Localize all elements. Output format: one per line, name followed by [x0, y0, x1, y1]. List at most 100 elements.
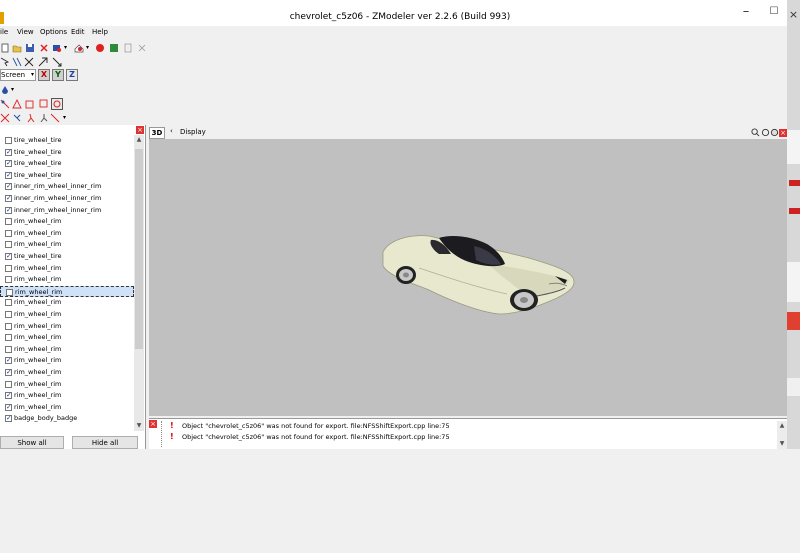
visibility-checkbox[interactable]: ✓ [5, 148, 12, 156]
object-list-item[interactable]: rim_wheel_rim [0, 216, 134, 227]
pointer-icon[interactable] [0, 57, 10, 67]
hide-all-button[interactable]: Hide all [72, 436, 138, 449]
log-scrollbar[interactable]: ▲ ▼ [777, 421, 787, 449]
object-list-item[interactable]: ✓ inner_rim_wheel_inner_rim [0, 181, 134, 192]
object-list-item[interactable]: ✓ inner_rim_wheel_inner_rim [0, 193, 134, 204]
scale-icon[interactable] [52, 57, 62, 67]
car-model[interactable] [379, 224, 579, 324]
log-close-icon[interactable]: × [149, 420, 157, 428]
rotate-icon[interactable] [38, 57, 48, 67]
visibility-checkbox[interactable] [5, 322, 12, 330]
object-list-item[interactable]: ✓ tire_wheel_tire [0, 158, 134, 169]
axis-y-button[interactable]: Y [52, 69, 64, 81]
menu-edit[interactable]: Edit [71, 28, 85, 36]
visibility-checkbox[interactable] [5, 276, 12, 284]
object-list-item[interactable]: ✓ inner_rim_wheel_inner_rim [0, 205, 134, 216]
pan-view-icon[interactable] [770, 128, 779, 137]
new-file-icon[interactable] [0, 43, 10, 53]
dropdown-arrow-icon[interactable]: ▾ [11, 86, 21, 96]
object-list-item[interactable]: ✓ badge_body_badge [0, 413, 134, 424]
visibility-checkbox[interactable] [5, 264, 12, 272]
scroll-down-icon[interactable]: ▼ [134, 421, 144, 431]
visibility-checkbox[interactable] [5, 299, 12, 307]
visibility-checkbox[interactable]: ✓ [5, 160, 12, 168]
visibility-checkbox[interactable]: ✓ [5, 183, 12, 191]
object-list-item[interactable]: rim_wheel_rim [0, 239, 134, 250]
visibility-checkbox[interactable] [5, 137, 12, 144]
open-folder-icon[interactable] [12, 43, 22, 53]
menu-help[interactable]: Help [92, 28, 108, 36]
display-label[interactable]: Display [180, 128, 206, 136]
visibility-checkbox[interactable] [6, 288, 13, 296]
dropdown-arrow-icon[interactable]: ▾ [64, 44, 74, 54]
visibility-checkbox[interactable]: ✓ [5, 253, 12, 260]
scrollbar-thumb[interactable] [135, 149, 143, 349]
object-list-item[interactable]: ✓ rim_wheel_rim [0, 402, 134, 413]
tool-run-icon[interactable] [39, 113, 49, 123]
viewport-close-icon[interactable]: × [779, 129, 787, 137]
object-list-item[interactable]: ✓ rim_wheel_rim [0, 367, 134, 378]
paste-icon[interactable] [137, 43, 147, 53]
object-list-item[interactable]: rim_wheel_rim [0, 344, 134, 355]
move-icon[interactable] [24, 57, 34, 67]
visibility-checkbox[interactable] [5, 218, 12, 226]
object-list-item[interactable]: rim_wheel_rim [0, 285, 134, 297]
close-icon[interactable]: × [787, 8, 800, 22]
rotate-view-icon[interactable] [761, 128, 770, 137]
object-list-item[interactable]: rim_wheel_rim [0, 309, 134, 320]
zoom-icon[interactable] [751, 128, 760, 137]
scroll-up-icon[interactable]: ▲ [134, 135, 144, 145]
group-icon[interactable] [51, 98, 63, 110]
visibility-checkbox[interactable] [5, 380, 12, 388]
visibility-checkbox[interactable] [5, 311, 12, 318]
visibility-checkbox[interactable]: ✓ [5, 403, 12, 411]
axis-z-button[interactable]: Z [66, 69, 78, 81]
materials-icon[interactable] [109, 43, 119, 53]
object-list-item[interactable]: ✓ tire_wheel_tire [0, 147, 134, 158]
render-icon[interactable] [74, 43, 84, 53]
object-list-item[interactable]: rim_wheel_rim [0, 228, 134, 239]
object-list-item[interactable]: ✓ rim_wheel_rim [0, 355, 134, 366]
object-list-item[interactable]: ✓ rim_wheel_rim [0, 390, 134, 401]
scroll-down-icon[interactable]: ▼ [777, 439, 787, 449]
box-icon[interactable] [25, 99, 35, 109]
object-list-item[interactable]: rim_wheel_rim [0, 332, 134, 343]
object-list-item[interactable]: tire_wheel_tire [0, 135, 134, 146]
menu-options[interactable]: Options [40, 28, 67, 36]
visibility-checkbox[interactable]: ✓ [5, 369, 12, 376]
visibility-checkbox[interactable]: ✓ [5, 357, 12, 365]
visibility-checkbox[interactable] [5, 241, 12, 249]
object-list-item[interactable]: rim_wheel_rim [0, 263, 134, 274]
visibility-checkbox[interactable]: ✓ [5, 206, 12, 214]
object-list-item[interactable]: rim_wheel_rim [0, 321, 134, 332]
menu-view[interactable]: View [17, 28, 34, 36]
object-icon[interactable] [38, 99, 48, 109]
tool-extra-icon[interactable] [50, 113, 60, 123]
object-list-item[interactable]: ✓ tire_wheel_tire [0, 170, 134, 181]
3d-viewport[interactable] [149, 139, 787, 416]
object-list-scrollbar[interactable]: ▲ ▼ [134, 135, 144, 431]
visibility-checkbox[interactable]: ✓ [5, 171, 12, 179]
dropdown-arrow-icon[interactable]: ▾ [63, 114, 73, 124]
light-icon[interactable] [0, 85, 10, 95]
visibility-checkbox[interactable] [5, 334, 12, 342]
object-list-item[interactable]: ✓ tire_wheel_tire [0, 251, 134, 262]
delete-icon[interactable] [39, 43, 49, 53]
select-icon[interactable] [12, 57, 22, 67]
triangle-icon[interactable] [12, 99, 22, 109]
viewport-mode-label[interactable]: 3D [149, 127, 165, 139]
visibility-checkbox[interactable]: ✓ [5, 415, 12, 423]
panel-close-icon[interactable]: × [136, 126, 144, 134]
tool-walk-icon[interactable] [26, 113, 36, 123]
visibility-checkbox[interactable]: ✓ [5, 195, 12, 202]
tool-scatter-icon[interactable] [0, 113, 10, 123]
object-list-item[interactable]: rim_wheel_rim [0, 297, 134, 308]
scroll-up-icon[interactable]: ▲ [777, 421, 787, 431]
tool-pick-icon[interactable] [12, 113, 22, 123]
object-list-item[interactable]: rim_wheel_rim [0, 379, 134, 390]
vertex-icon[interactable] [0, 99, 10, 109]
visibility-checkbox[interactable] [5, 345, 12, 353]
maximize-button[interactable]: ☐ [766, 6, 782, 18]
chevron-left-icon[interactable]: ‹ [170, 127, 173, 135]
record-icon[interactable] [95, 43, 105, 53]
